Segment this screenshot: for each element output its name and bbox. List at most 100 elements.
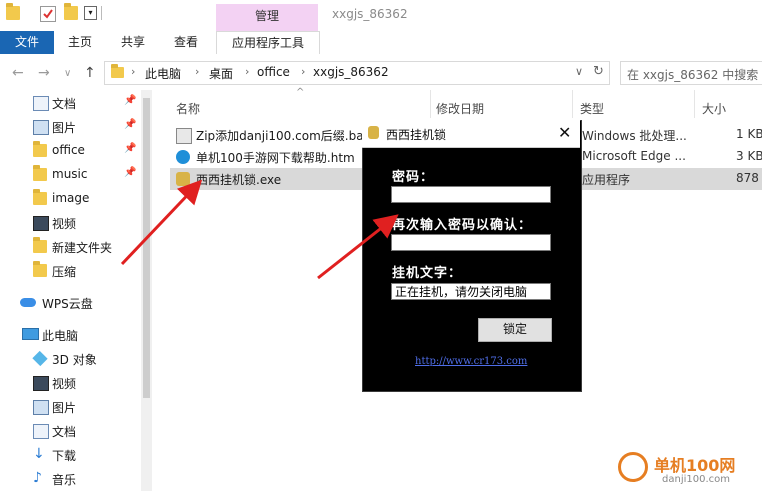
lock-text-label: 挂机文字：	[392, 266, 463, 281]
sidebar-item-documents[interactable]: 文档 📌	[0, 92, 150, 114]
column-divider[interactable]	[694, 90, 695, 118]
forward-arrow-icon[interactable]: →	[38, 65, 50, 81]
sidebar-item-compressed[interactable]: 压缩	[0, 260, 150, 282]
3d-objects-icon	[32, 350, 48, 367]
watermark-text: 单机100网	[654, 456, 736, 475]
tab-application-tools[interactable]: 应用程序工具	[216, 31, 320, 55]
website-link[interactable]: http://www.cr173.com	[415, 356, 527, 367]
folder-icon[interactable]	[6, 3, 20, 20]
sidebar-item-music-pc[interactable]: ♪ 音乐	[0, 468, 150, 490]
sidebar-item-videos[interactable]: 视频	[0, 212, 150, 234]
column-size[interactable]: 大小	[702, 100, 726, 117]
breadcrumb-separator[interactable]: ›	[131, 65, 135, 78]
sidebar-item-new-folder[interactable]: 新建文件夹	[0, 236, 150, 258]
documents-icon	[33, 424, 49, 439]
recent-locations-icon[interactable]: ∨	[64, 68, 71, 79]
column-modified[interactable]: 修改日期	[436, 100, 484, 117]
sidebar-item-label: 文档	[52, 97, 77, 111]
context-tab-manage[interactable]: 管理	[216, 4, 318, 31]
sidebar-item-wps-cloud[interactable]: WPS云盘	[0, 292, 150, 314]
videos-icon	[33, 376, 49, 391]
properties-icon[interactable]	[40, 6, 56, 22]
tab-view[interactable]: 查看	[164, 31, 208, 54]
tab-home[interactable]: 主页	[58, 31, 102, 54]
sidebar-item-label: WPS云盘	[42, 297, 93, 311]
sidebar-item-this-pc[interactable]: 此电脑	[0, 324, 150, 346]
file-name: Zip添加danji100.com后缀.bat	[196, 129, 369, 143]
folder-icon	[33, 261, 47, 277]
file-type: Windows 批处理...	[582, 129, 687, 143]
close-icon[interactable]: ✕	[558, 123, 571, 142]
sidebar-item-label: 压缩	[52, 265, 77, 279]
pin-icon[interactable]: 📌	[124, 95, 136, 106]
file-name: 西西挂机锁.exe	[196, 173, 282, 187]
edge-icon	[176, 150, 190, 164]
computer-icon	[22, 328, 39, 340]
sidebar-item-image[interactable]: image	[0, 188, 150, 210]
watermark-subtext: danji100.com	[662, 474, 730, 485]
sidebar-item-label: 新建文件夹	[52, 241, 113, 255]
cloud-icon	[20, 298, 36, 307]
sidebar-item-documents-pc[interactable]: 文档	[0, 420, 150, 442]
sidebar-item-pictures[interactable]: 图片 📌	[0, 116, 150, 138]
lock-text-field[interactable]: 正在挂机，请勿关闭电脑	[391, 283, 551, 300]
pin-icon[interactable]: 📌	[124, 167, 136, 178]
search-box[interactable]: 在 xxgjs_86362 中搜索	[620, 61, 762, 85]
column-name[interactable]: 名称	[176, 100, 200, 117]
search-input[interactable]: 在 xxgjs_86362 中搜索	[627, 66, 758, 83]
sidebar-scrollbar-thumb[interactable]	[143, 98, 150, 398]
sidebar-item-label: music	[52, 167, 88, 181]
lock-icon	[368, 126, 379, 139]
sidebar-item-downloads[interactable]: ↓ 下载	[0, 444, 150, 466]
lock-button[interactable]: 锁定	[478, 318, 552, 342]
column-type[interactable]: 类型	[580, 100, 604, 117]
tab-file[interactable]: 文件	[0, 31, 54, 54]
pin-icon[interactable]: 📌	[124, 143, 136, 154]
batch-file-icon	[176, 128, 192, 144]
dialog-title-bar: 西西挂机锁 ✕	[362, 120, 580, 148]
pin-icon[interactable]: 📌	[124, 119, 136, 130]
back-arrow-icon[interactable]: ←	[12, 65, 24, 81]
breadcrumb-this-pc[interactable]: 此电脑	[145, 65, 181, 82]
sidebar-item-videos-pc[interactable]: 视频	[0, 372, 150, 394]
sidebar-item-music[interactable]: music 📌	[0, 164, 150, 186]
refresh-icon[interactable]: ↻	[593, 64, 604, 79]
videos-icon	[33, 216, 49, 231]
address-bar[interactable]: › 此电脑 › 桌面 › office › xxgjs_86362 ∨ ↻	[104, 61, 610, 85]
sidebar-item-label: 3D 对象	[52, 353, 97, 367]
password-label: 密码：	[392, 170, 435, 185]
breadcrumb-separator[interactable]: ›	[301, 65, 305, 78]
breadcrumb-current[interactable]: xxgjs_86362	[313, 65, 389, 79]
new-folder-icon[interactable]	[64, 3, 78, 20]
breadcrumb-desktop[interactable]: 桌面	[209, 65, 233, 82]
sidebar-item-pictures-pc[interactable]: 图片	[0, 396, 150, 418]
ribbon-tabs: 文件 主页 共享 查看 应用程序工具	[0, 31, 762, 55]
up-arrow-icon[interactable]: ↑	[84, 65, 96, 81]
file-size: 3 KB	[736, 149, 762, 163]
address-dropdown-icon[interactable]: ∨	[575, 65, 583, 78]
column-header-row: 名称 ^ 修改日期 类型 大小	[154, 87, 762, 118]
music-icon: ♪	[33, 470, 42, 486]
tab-share[interactable]: 共享	[111, 31, 155, 54]
sidebar-item-3d-objects[interactable]: 3D 对象	[0, 348, 150, 370]
sidebar-item-label: 文档	[52, 425, 77, 439]
breadcrumb-office[interactable]: office	[257, 65, 290, 79]
sidebar-item-office[interactable]: office 📌	[0, 140, 150, 162]
confirm-password-field[interactable]	[391, 234, 551, 251]
download-icon: ↓	[33, 446, 45, 462]
navigation-pane: 文档 📌 图片 📌 office 📌 music 📌 image 视频 新建文件…	[0, 90, 152, 491]
file-type: 应用程序	[582, 173, 631, 187]
file-name: 单机100手游网下载帮助.htm	[196, 151, 355, 165]
column-divider[interactable]	[430, 90, 431, 118]
breadcrumb-separator[interactable]: ›	[245, 65, 249, 78]
password-field[interactable]	[391, 186, 551, 203]
breadcrumb-separator[interactable]: ›	[195, 65, 199, 78]
column-divider[interactable]	[572, 90, 573, 118]
customize-toolbar-icon[interactable]: ▾	[84, 6, 97, 20]
sidebar-item-label: 图片	[52, 401, 77, 415]
sidebar-item-label: 图片	[52, 121, 77, 135]
toolbar-divider	[101, 6, 102, 20]
lock-app-icon	[176, 172, 190, 186]
sidebar-item-label: image	[52, 191, 90, 205]
folder-icon	[33, 141, 47, 157]
